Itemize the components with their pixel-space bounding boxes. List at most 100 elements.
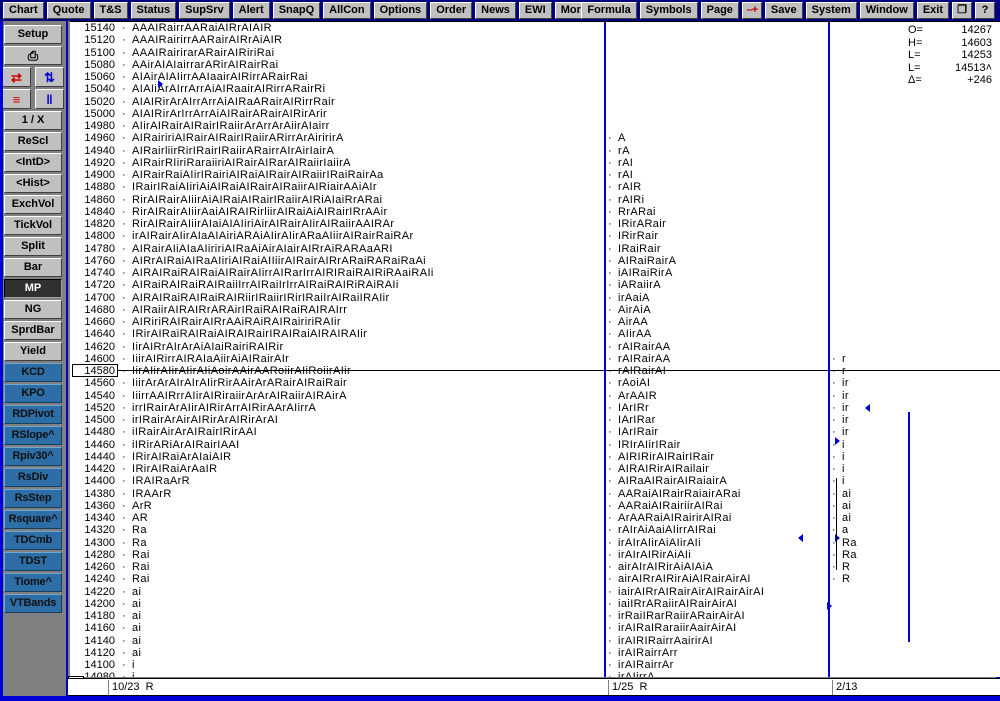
- compress-horizontal-icon[interactable]: ≡: [2, 89, 31, 109]
- sidebar-mp[interactable]: MP: [4, 279, 62, 298]
- price-axis-label: 14600: [84, 352, 115, 365]
- compress-vertical-icon[interactable]: ‖: [35, 89, 64, 109]
- menu-system[interactable]: System: [805, 2, 857, 19]
- menu-save[interactable]: Save: [764, 2, 803, 19]
- sidebar-bar[interactable]: Bar: [4, 258, 62, 277]
- row-tick-dot: ·: [608, 450, 612, 463]
- row-tick-dot: ·: [608, 193, 612, 206]
- price-axis-label: 14780: [84, 242, 115, 255]
- sidebar-tickvol[interactable]: TickVol: [4, 216, 62, 235]
- menu-ewi[interactable]: EWI: [518, 2, 552, 19]
- menu-formula[interactable]: Formula: [581, 2, 637, 19]
- row-tick-dot: ·: [608, 303, 612, 316]
- menu-zoom-toggle[interactable]: –+: [741, 2, 762, 19]
- row-tick-dot: ·: [122, 242, 126, 255]
- sidebar-vtbands[interactable]: VTBands: [4, 594, 62, 613]
- row-tick-dot: ·: [122, 524, 126, 537]
- row-tick-dot: ·: [122, 230, 126, 243]
- row-tick-dot: ·: [832, 401, 836, 414]
- market-profile-chart[interactable]: O= 14267 H= 14603 L= 14253 L= 14513˄ Δ= +246 1514…: [70, 21, 1000, 677]
- tpo-row-profile-1: RirAIRairAIiirAIaiAIAIiriAirAIRairAIirAI…: [132, 218, 395, 230]
- poc-marker-profile-1-top: [158, 80, 163, 88]
- sidebar-tiome[interactable]: Tiome^: [4, 573, 62, 592]
- menu-news[interactable]: News: [475, 2, 516, 19]
- tpo-row-profile-2: rAoiAI: [618, 377, 651, 390]
- status-session-2[interactable]: 1/25 R: [608, 680, 832, 695]
- price-cursor-box[interactable]: [72, 364, 118, 377]
- menu-symbols[interactable]: Symbols: [639, 2, 698, 19]
- sidebar-kpo[interactable]: KPO: [4, 384, 62, 403]
- tpo-row-profile-3: i: [842, 438, 845, 451]
- sidebar-rdpivot[interactable]: RDPivot: [4, 405, 62, 424]
- sidebar-yield[interactable]: Yield: [4, 342, 62, 361]
- row-tick-dot: ·: [608, 254, 612, 267]
- tpo-row-profile-1: ai: [132, 585, 142, 598]
- sidebar-ng[interactable]: NG: [4, 300, 62, 319]
- menu-restore[interactable]: ❐: [952, 2, 972, 19]
- sidebar-print[interactable]: ⎙: [4, 46, 62, 65]
- sidebar-rsdiv[interactable]: RsDiv: [4, 468, 62, 487]
- price-axis-label: 14980: [84, 120, 115, 132]
- sidebar-rslope[interactable]: RSlope^: [4, 426, 62, 445]
- row-tick-dot: ·: [832, 377, 836, 390]
- menu-exit[interactable]: Exit: [916, 2, 949, 19]
- menu-page[interactable]: Page: [700, 2, 739, 19]
- menu-help[interactable]: ?: [975, 2, 995, 19]
- menu-snapq[interactable]: SnapQ: [272, 2, 321, 19]
- menu-window[interactable]: Window: [859, 2, 914, 19]
- sidebar-exchvol[interactable]: ExchVol: [4, 195, 62, 214]
- row-tick-dot: ·: [122, 279, 126, 292]
- ohlc-row: Δ= +246: [908, 74, 992, 87]
- ohlc-readout: O= 14267 H= 14603 L= 14253 L= 14513˄ Δ= +246: [908, 24, 992, 87]
- status-session-3[interactable]: 2/13: [832, 680, 1000, 695]
- tpo-row-profile-1: iIRairAirArAIRairIRirAAI: [132, 426, 258, 439]
- sidebar-kcd[interactable]: KCD: [4, 363, 62, 382]
- sidebar-invert[interactable]: 1 / X: [4, 111, 62, 130]
- tpo-row-profile-1: ai: [132, 646, 142, 659]
- menu-quote[interactable]: Quote: [46, 2, 91, 19]
- menu-allcon[interactable]: AllCon: [323, 2, 371, 19]
- tpo-row-profile-2: AIRaiRairA: [618, 254, 677, 267]
- sidebar-rescale[interactable]: ReScl: [4, 132, 62, 151]
- price-axis-label: 14120: [84, 646, 115, 659]
- status-session-1[interactable]: 10/23 R: [108, 680, 608, 695]
- menu-options[interactable]: Options: [373, 2, 428, 19]
- menu-order[interactable]: Order: [430, 2, 473, 19]
- row-tick-dot: ·: [608, 573, 612, 586]
- sidebar-history[interactable]: <Hist>: [4, 174, 62, 193]
- price-axis-label: 14400: [84, 475, 115, 488]
- scroll-horizontal-icon[interactable]: ⇄: [2, 67, 31, 87]
- tpo-row-profile-2: AARaiAIRairRaiairARai: [618, 487, 741, 500]
- sidebar-setup[interactable]: Setup: [4, 25, 62, 44]
- sidebar-tdcmb[interactable]: TDCmb: [4, 531, 62, 550]
- sidebar-rsstep[interactable]: RsStep: [4, 489, 62, 508]
- menu-supsrv[interactable]: SupSrv: [179, 2, 230, 19]
- tpo-row-profile-1: Ra: [132, 524, 147, 537]
- menu-alert[interactable]: Alert: [232, 2, 270, 19]
- tpo-row-profile-3: ai: [842, 487, 852, 500]
- sidebar-tdst[interactable]: TDST: [4, 552, 62, 571]
- ohlc-label: L=: [908, 61, 921, 74]
- row-tick-dot: ·: [122, 401, 126, 414]
- row-tick-dot: ·: [122, 512, 126, 524]
- tpo-row-profile-1: AIRairRaiAIirIRairiAIRaiAIRairAIRaiirIRa…: [132, 169, 384, 181]
- sidebar-icon-row: ⇄ ⇅: [2, 67, 64, 87]
- tpo-row-profile-2: IRirARair: [618, 218, 667, 230]
- row-tick-dot: ·: [608, 597, 612, 610]
- sidebar-rpiv30[interactable]: Rpiv30^: [4, 447, 62, 466]
- row-tick-dot: ·: [122, 120, 126, 132]
- menu-status[interactable]: Status: [130, 2, 177, 19]
- sidebar-rsquare[interactable]: Rsquare^: [4, 510, 62, 529]
- menu-chart[interactable]: Chart: [3, 2, 44, 19]
- row-tick-dot: ·: [122, 573, 126, 586]
- row-tick-dot: ·: [608, 524, 612, 537]
- tpo-row-profile-1: IRairIRaiAIiriAiAIRaiAIRairAIRaiirAIRiai…: [132, 181, 377, 194]
- scroll-vertical-icon[interactable]: ⇅: [35, 67, 64, 87]
- tpo-row-profile-1: IRAArR: [132, 487, 172, 500]
- row-tick-dot: ·: [122, 291, 126, 304]
- tpo-row-profile-1: AIRairRIiriRaraiiriAIRairAIRarAIRaiirIai…: [132, 156, 351, 169]
- sidebar-split[interactable]: Split: [4, 237, 62, 256]
- sidebar-sprdbar[interactable]: SprdBar: [4, 321, 62, 340]
- menu-ts[interactable]: T&S: [93, 2, 128, 19]
- sidebar-intraday[interactable]: <IntD>: [4, 153, 62, 172]
